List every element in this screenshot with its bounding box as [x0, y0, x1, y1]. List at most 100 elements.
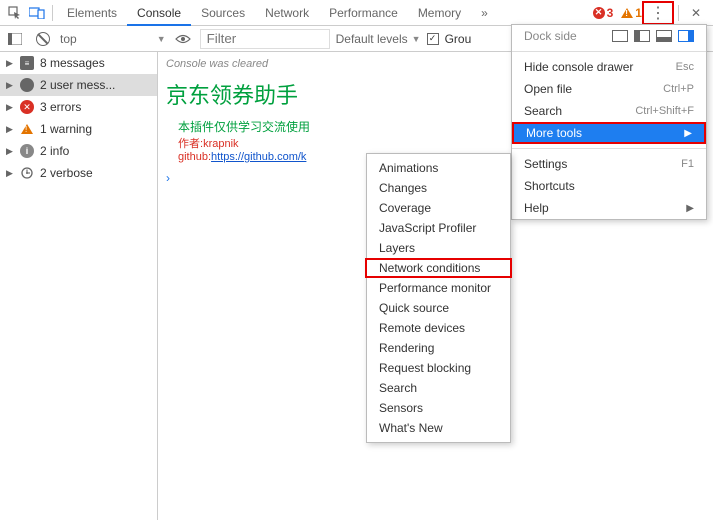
submenu-search[interactable]: Search [367, 378, 510, 398]
levels-label: Default levels [336, 32, 408, 46]
submenu-quick-source[interactable]: Quick source [367, 298, 510, 318]
separator [678, 5, 679, 21]
devtools-main-menu: Dock side Hide console drawer Esc Open f… [511, 24, 707, 220]
submenu-coverage[interactable]: Coverage [367, 198, 510, 218]
shortcut: F1 [681, 158, 694, 170]
tabs-overflow[interactable]: » [471, 0, 498, 26]
expand-icon: ▶ [6, 124, 14, 135]
dock-side-label: Dock side [524, 29, 577, 43]
tab-elements[interactable]: Elements [57, 0, 127, 26]
submenu-rendering[interactable]: Rendering [367, 338, 510, 358]
menu-help[interactable]: Help ▶ [512, 197, 706, 219]
submenu-js-profiler[interactable]: JavaScript Profiler [367, 218, 510, 238]
sidebar-item-errors[interactable]: ▶ ✕ 3 errors [0, 96, 157, 118]
menu-separator [512, 148, 706, 149]
context-label: top [60, 32, 77, 46]
menu-more-tools[interactable]: More tools ▶ [512, 122, 706, 144]
warning-badge[interactable]: 1 [621, 6, 642, 20]
dock-right-icon[interactable] [678, 30, 694, 42]
menu-separator [512, 51, 706, 52]
sidebar-item-user-messages[interactable]: ▶ 2 user mess... [0, 74, 157, 96]
submenu-arrow-icon: ▶ [684, 128, 692, 139]
tab-console[interactable]: Console [127, 0, 191, 26]
extension-github: github:https://github.com/k [178, 151, 310, 163]
menu-search[interactable]: Search Ctrl+Shift+F [512, 100, 706, 122]
messages-icon: ≡ [20, 56, 34, 70]
menu-shortcuts[interactable]: Shortcuts [512, 175, 706, 197]
shortcut: Esc [676, 61, 694, 73]
dock-undock-icon[interactable] [612, 30, 628, 42]
submenu-animations[interactable]: Animations [367, 158, 510, 178]
tab-network[interactable]: Network [255, 0, 319, 26]
expand-icon: ▶ [6, 58, 14, 69]
warning-icon [621, 8, 633, 18]
verbose-icon [20, 166, 34, 180]
highlight-kebab: ⋮ [642, 1, 674, 25]
sidebar-item-info[interactable]: ▶ i 2 info [0, 140, 157, 162]
warning-icon [20, 122, 34, 136]
sidebar-item-warnings[interactable]: ▶ 1 warning [0, 118, 157, 140]
more-tools-submenu: Animations Changes Coverage JavaScript P… [366, 153, 511, 443]
sidebar-item-messages[interactable]: ▶ ≡ 8 messages [0, 52, 157, 74]
dock-side-row: Dock side [512, 25, 706, 47]
warning-count: 1 [635, 6, 642, 20]
github-link[interactable]: https://github.com/k [211, 151, 306, 163]
submenu-performance-monitor[interactable]: Performance monitor [367, 278, 510, 298]
sidebar-toggle-icon[interactable] [4, 28, 26, 50]
console-sidebar: ▶ ≡ 8 messages ▶ 2 user mess... ▶ ✕ 3 er… [0, 52, 158, 520]
extension-author: 作者:krapnik [178, 135, 310, 151]
submenu-request-blocking[interactable]: Request blocking [367, 358, 510, 378]
error-icon: ✕ [593, 7, 605, 19]
menu-open-file[interactable]: Open file Ctrl+P [512, 78, 706, 100]
device-toggle-icon[interactable] [26, 2, 48, 24]
submenu-arrow-icon: ▶ [686, 203, 694, 214]
group-checkbox[interactable]: ✓ [427, 33, 439, 45]
dock-left-icon[interactable] [634, 30, 650, 42]
menu-button[interactable]: ⋮ [644, 3, 672, 23]
dropdown-arrow-icon: ▼ [157, 34, 166, 44]
error-count: 3 [607, 6, 614, 20]
submenu-remote-devices[interactable]: Remote devices [367, 318, 510, 338]
tab-performance[interactable]: Performance [319, 0, 408, 26]
separator [52, 5, 53, 21]
sidebar-item-verbose[interactable]: ▶ 2 verbose [0, 162, 157, 184]
expand-icon: ▶ [6, 102, 14, 113]
clear-console-icon[interactable] [32, 28, 54, 50]
inspect-icon[interactable] [4, 2, 26, 24]
submenu-network-conditions[interactable]: Network conditions [365, 258, 512, 278]
expand-icon: ▶ [6, 80, 14, 91]
sidebar-label: 2 info [40, 144, 69, 158]
context-dropdown[interactable]: top [60, 32, 81, 46]
extension-note: 本插件仅供学习交流使用 [178, 118, 310, 135]
levels-dropdown[interactable]: Default levels ▼ [336, 32, 421, 46]
sidebar-label: 2 user mess... [40, 78, 115, 92]
tab-sources[interactable]: Sources [191, 0, 255, 26]
close-devtools[interactable]: ✕ [683, 6, 709, 20]
sidebar-label: 1 warning [40, 122, 92, 136]
sidebar-label: 8 messages [40, 56, 105, 70]
live-expression-icon[interactable] [172, 28, 194, 50]
expand-icon: ▶ [6, 168, 14, 179]
sidebar-label: 3 errors [40, 100, 81, 114]
log-body: 本插件仅供学习交流使用 作者:krapnik github:https://gi… [166, 118, 310, 163]
submenu-layers[interactable]: Layers [367, 238, 510, 258]
dock-bottom-icon[interactable] [656, 30, 672, 42]
menu-settings[interactable]: Settings F1 [512, 153, 706, 175]
info-icon: i [20, 144, 34, 158]
devtools-toolbar: Elements Console Sources Network Perform… [0, 0, 713, 26]
submenu-sensors[interactable]: Sensors [367, 398, 510, 418]
extension-title: 京东领券助手 [166, 78, 298, 110]
user-icon [20, 78, 34, 92]
submenu-whats-new[interactable]: What's New [367, 418, 510, 438]
error-badge[interactable]: ✕ 3 [593, 6, 614, 20]
tab-memory[interactable]: Memory [408, 0, 471, 26]
error-icon: ✕ [20, 100, 34, 114]
shortcut: Ctrl+Shift+F [635, 105, 694, 117]
sidebar-label: 2 verbose [40, 166, 93, 180]
dropdown-arrow-icon: ▼ [412, 34, 421, 44]
filter-input[interactable] [200, 29, 330, 49]
menu-hide-drawer[interactable]: Hide console drawer Esc [512, 56, 706, 78]
expand-icon: ▶ [6, 146, 14, 157]
shortcut: Ctrl+P [663, 83, 694, 95]
submenu-changes[interactable]: Changes [367, 178, 510, 198]
